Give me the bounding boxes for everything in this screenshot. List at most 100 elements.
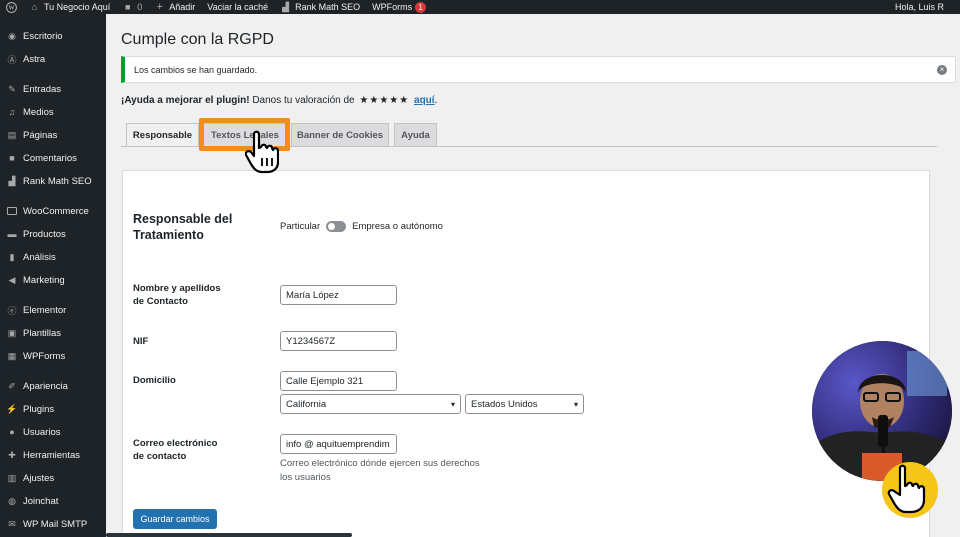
rating-prompt-bold: ¡Ayuda a mejorar el plugin! (121, 95, 250, 106)
tab-banner-cookies[interactable]: Banner de Cookies (291, 123, 389, 147)
sidebar-item-apariencia[interactable]: ✐ Apariencia (0, 377, 106, 395)
sidebar-item-elementor[interactable]: ⓔ Elementor (0, 301, 106, 319)
address-input[interactable]: Calle Ejemplo 321 (280, 371, 397, 391)
sidebar-item-label: Entradas (23, 83, 62, 95)
contact-name-input[interactable]: María López (280, 285, 397, 305)
analytics-icon: ▮ (9, 251, 15, 262)
sidebar-item-analisis[interactable]: ▮ Análisis (0, 248, 106, 266)
rank-math-link[interactable]: ▟ Rank Math SEO (274, 0, 366, 14)
country-select-value: Estados Unidos (471, 398, 538, 410)
clear-cache-link[interactable]: Vaciar la caché (201, 0, 274, 14)
entity-type-row: Particular Empresa o autónomo (280, 221, 443, 232)
sidebar-item-comentarios[interactable]: ■ Comentarios (0, 149, 106, 167)
tab-ayuda[interactable]: Ayuda (394, 123, 437, 147)
megaphone-icon: ◀ (8, 274, 16, 285)
sidebar-item-wp-mail-smtp[interactable]: ✉ WP Mail SMTP (0, 515, 106, 533)
rank-math-icon: ▟ (282, 1, 290, 12)
sidebar-item-wpforms[interactable]: ▦ WPForms (0, 347, 106, 365)
sidebar-item-woocommerce[interactable]: WooCommerce (0, 202, 106, 220)
page-title: Cumple con la RGPD (121, 31, 274, 48)
wordpress-logo-button[interactable]: W (0, 0, 23, 14)
sidebar-item-astra[interactable]: Ⓐ Astra (0, 50, 106, 68)
sidebar-item-label: Plugins (23, 403, 55, 415)
user-account-link[interactable]: Hola, Luis R (889, 0, 960, 14)
country-select[interactable]: Estados Unidos ▾ (465, 394, 584, 414)
sidebar-item-label: Escritorio (23, 30, 63, 42)
name-label: Nombre y apellidos de Contacto (133, 282, 221, 308)
rank-math-icon: ▟ (8, 175, 16, 186)
products-icon: ▬ (7, 229, 17, 239)
svg-text:W: W (8, 5, 14, 11)
address-label: Domicilio (133, 375, 176, 386)
sidebar-item-productos[interactable]: ▬ Productos (0, 225, 106, 243)
sidebar-item-label: Joinchat (23, 495, 59, 507)
horizontal-scrollbar[interactable] (106, 533, 352, 537)
name-label-line1: Nombre y apellidos (133, 283, 221, 294)
site-name-link[interactable]: ⌂ Tu Negocio Aquí (23, 0, 116, 14)
name-label-line2: de Contacto (133, 296, 188, 307)
sidebar-item-rank-math[interactable]: ▟ Rank Math SEO (0, 172, 106, 190)
sidebar-item-label: Herramientas (23, 449, 81, 461)
sidebar-item-ajustes[interactable]: ▥ Ajustes (0, 469, 106, 487)
tools-icon: ✚ (8, 449, 16, 460)
sidebar-item-label: Usuarios (23, 426, 61, 438)
elementor-icon: ⓔ (7, 305, 17, 316)
sidebar-item-herramientas[interactable]: ✚ Herramientas (0, 446, 106, 464)
user-greeting: Hola, Luis R (894, 2, 944, 12)
sidebar-item-label: Medios (23, 106, 54, 118)
sidebar-item-paginas[interactable]: ▤ Páginas (0, 126, 106, 144)
wpforms-link[interactable]: WPForms 1 (366, 0, 432, 14)
rating-prompt: ¡Ayuda a mejorar el plugin! Danos tu val… (121, 95, 437, 106)
add-new-label: Añadir (169, 2, 196, 12)
section-title-line1: Responsable del (133, 212, 233, 226)
sidebar-item-label: Elementor (23, 304, 67, 316)
home-icon: ⌂ (31, 2, 38, 12)
templates-icon: ▣ (7, 327, 17, 338)
tab-responsable[interactable]: Responsable (126, 123, 199, 147)
sidebar-item-plantillas[interactable]: ▣ Plantillas (0, 324, 106, 342)
sidebar-item-marketing[interactable]: ◀ Marketing (0, 271, 106, 289)
plugins-icon: ⚡ (6, 403, 18, 414)
rating-prompt-text: Danos tu valoración de (252, 95, 355, 106)
save-changes-button[interactable]: Guardar cambios (133, 509, 217, 529)
admin-bar: W ⌂ Tu Negocio Aquí ■ 0 + Añadir Vaciar … (0, 0, 960, 14)
sidebar-item-plugins[interactable]: ⚡ Plugins (0, 400, 106, 418)
state-select[interactable]: California ▾ (280, 394, 461, 414)
toggle-right-label: Empresa o autónomo (352, 221, 443, 232)
sidebar-item-label: WPForms (23, 350, 66, 362)
mail-icon: ✉ (8, 518, 16, 529)
sidebar-item-label: Ajustes (23, 472, 55, 484)
add-new-link[interactable]: + Añadir (148, 0, 201, 14)
wpforms-icon: ▦ (7, 350, 17, 361)
toggle-left-label: Particular (280, 221, 321, 232)
notice-text: Los cambios se han guardado. (134, 64, 258, 75)
email-label-line2: de contacto (133, 451, 187, 462)
entity-type-toggle[interactable] (326, 221, 347, 232)
settings-panel: Responsable del Tratamiento Particular E… (122, 170, 930, 537)
nif-label: NIF (133, 336, 149, 347)
site-name: Tu Negocio Aquí (44, 2, 111, 12)
sidebar-item-joinchat[interactable]: ◍ Joinchat (0, 492, 106, 510)
sidebar-item-medios[interactable]: ♫ Medios (0, 103, 106, 121)
chevron-down-icon: ▾ (573, 399, 578, 409)
sidebar-item-label: Comentarios (23, 152, 77, 164)
clear-cache-label: Vaciar la caché (207, 2, 269, 12)
email-input[interactable]: info @ aquituemprendim (280, 434, 397, 454)
close-icon[interactable]: × (937, 65, 947, 75)
comments-count: 0 (137, 2, 143, 12)
state-select-value: California (286, 398, 327, 410)
plus-icon: + (156, 1, 163, 13)
sidebar-item-entradas[interactable]: ✎ Entradas (0, 80, 106, 98)
rating-link[interactable]: aquí (414, 95, 435, 106)
comments-link[interactable]: ■ 0 (116, 0, 148, 14)
comment-bubble-icon: ■ (125, 2, 131, 12)
joinchat-icon: ◍ (8, 495, 16, 506)
nif-input[interactable]: Y1234567Z (280, 331, 397, 351)
section-title: Responsable del Tratamiento (133, 211, 232, 243)
media-icon: ♫ (8, 107, 16, 117)
sidebar-item-usuarios[interactable]: ● Usuarios (0, 423, 106, 441)
notification-badge: 1 (415, 1, 427, 13)
sidebar-item-escritorio[interactable]: ◉ Escritorio (0, 27, 106, 45)
rating-stars: ★★★★★ (359, 95, 410, 106)
sidebar-item-label: Astra (23, 53, 46, 65)
